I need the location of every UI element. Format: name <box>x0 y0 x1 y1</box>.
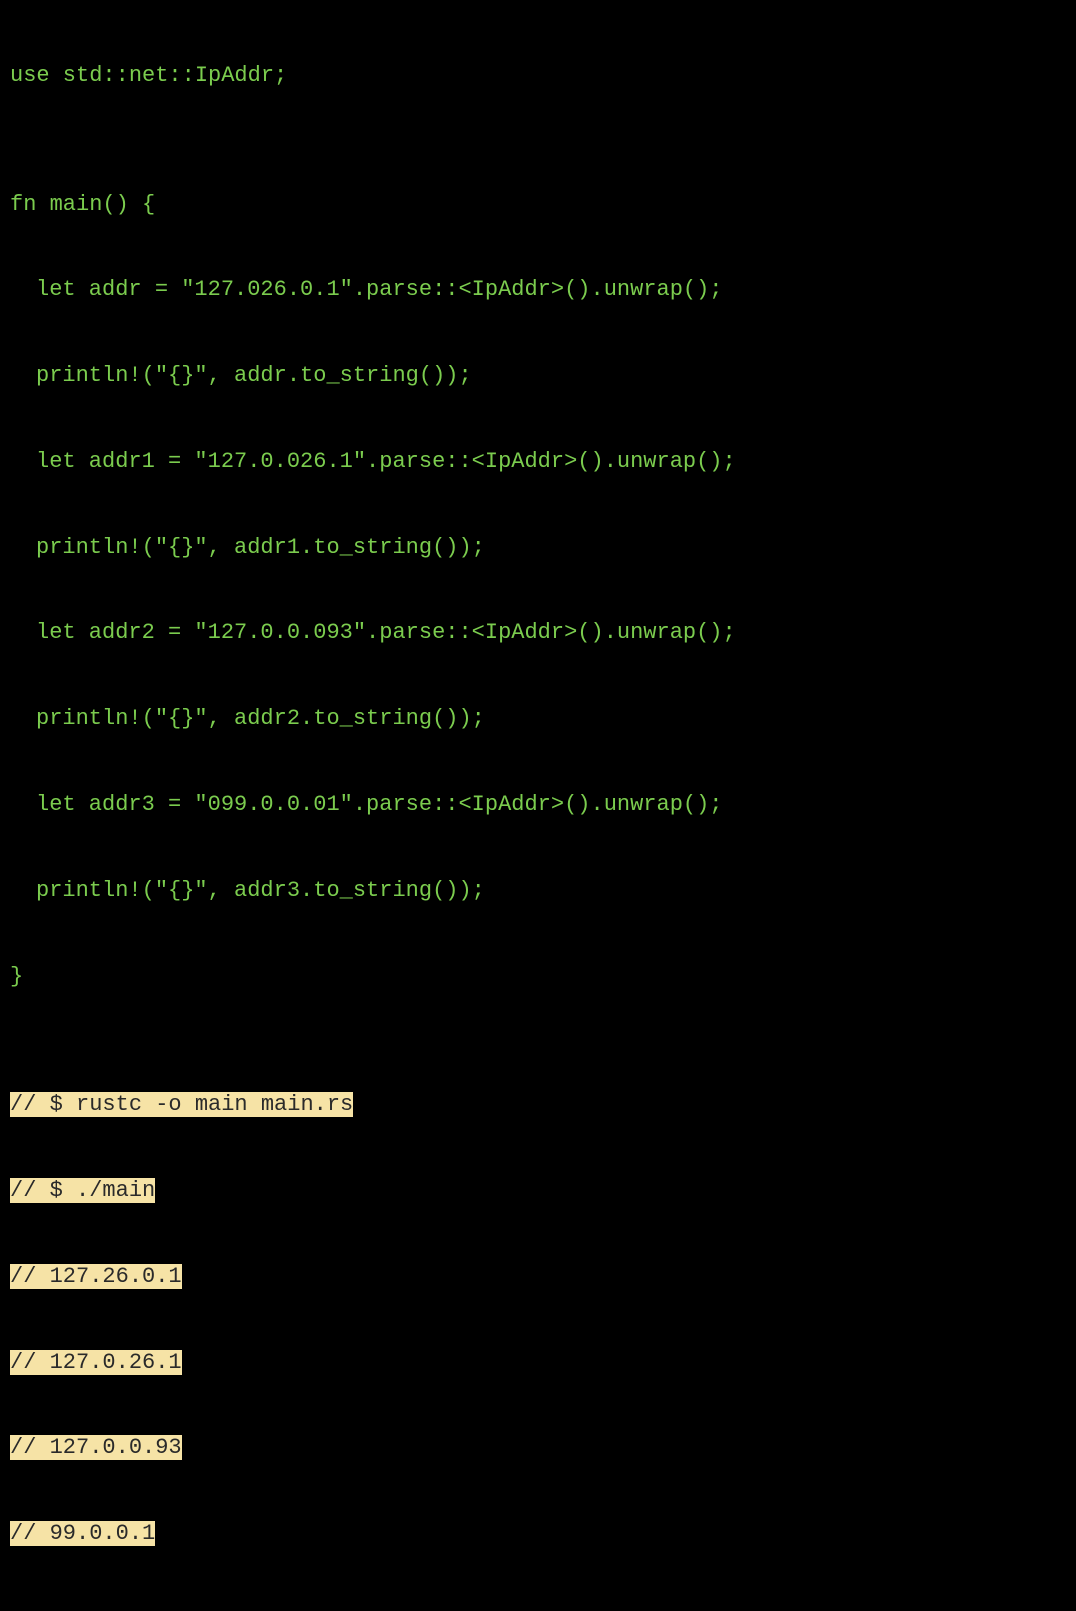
highlighted-text: // 127.0.26.1 <box>10 1350 182 1375</box>
code-line-9: println!("{}", addr2.to_string()); <box>10 698 1066 741</box>
comment-line-2: // $ ./main <box>10 1170 1066 1213</box>
highlighted-text: // 127.26.0.1 <box>10 1264 182 1289</box>
code-line-4: let addr = "127.026.0.1".parse::<IpAddr>… <box>10 269 1066 312</box>
code-line-3: fn main() { <box>10 184 1066 227</box>
code-line-12: } <box>10 956 1066 999</box>
highlighted-text: // 99.0.0.1 <box>10 1521 155 1546</box>
code-line-6: let addr1 = "127.0.026.1".parse::<IpAddr… <box>10 441 1066 484</box>
code-line-1: use std::net::IpAddr; <box>10 55 1066 98</box>
code-line-7: println!("{}", addr1.to_string()); <box>10 527 1066 570</box>
highlighted-text: // 127.0.0.93 <box>10 1435 182 1460</box>
highlighted-text: // $ rustc -o main main.rs <box>10 1092 353 1117</box>
code-line-11: println!("{}", addr3.to_string()); <box>10 870 1066 913</box>
comment-line-6: // 99.0.0.1 <box>10 1513 1066 1556</box>
highlighted-text: // $ ./main <box>10 1178 155 1203</box>
code-block: use std::net::IpAddr; fn main() { let ad… <box>0 0 1076 1611</box>
comment-line-3: // 127.26.0.1 <box>10 1256 1066 1299</box>
code-line-10: let addr3 = "099.0.0.01".parse::<IpAddr>… <box>10 784 1066 827</box>
comment-line-4: // 127.0.26.1 <box>10 1342 1066 1385</box>
code-line-5: println!("{}", addr.to_string()); <box>10 355 1066 398</box>
comment-line-1: // $ rustc -o main main.rs <box>10 1084 1066 1127</box>
code-line-8: let addr2 = "127.0.0.093".parse::<IpAddr… <box>10 612 1066 655</box>
comment-line-5: // 127.0.0.93 <box>10 1427 1066 1470</box>
